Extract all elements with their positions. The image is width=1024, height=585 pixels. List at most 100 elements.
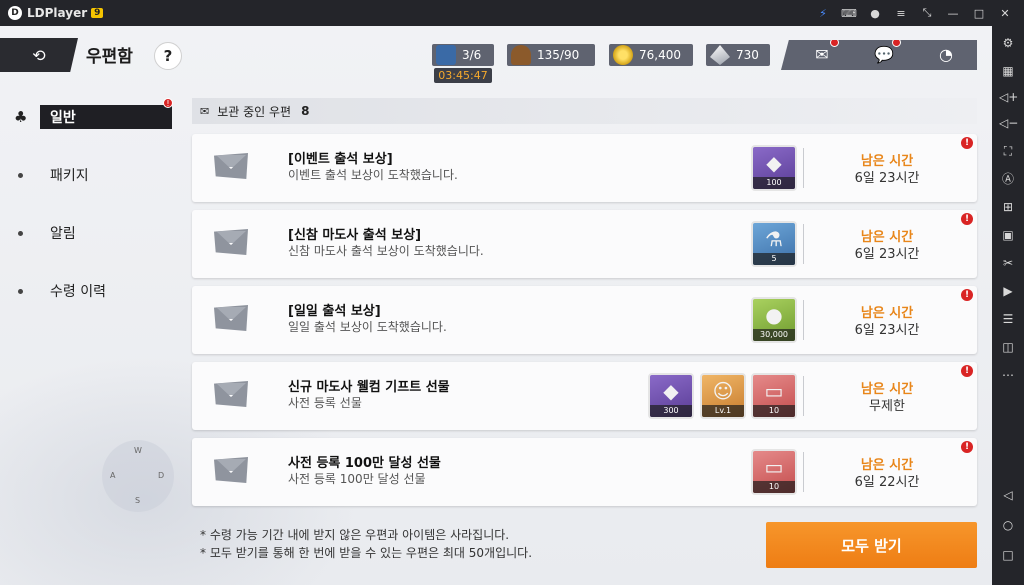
mail-title: [신참 마도사 출석 보상] bbox=[288, 228, 422, 243]
page-title: 우편함 bbox=[86, 47, 133, 67]
fullscreen-icon[interactable]: ⛶ bbox=[999, 142, 1017, 160]
ticket-icon: ▭ bbox=[764, 379, 784, 403]
alert-badge: ! bbox=[961, 137, 973, 149]
back-button[interactable]: ⟲ bbox=[0, 38, 78, 72]
mail-title: 사전 등록 100만 달성 선물 bbox=[288, 456, 441, 471]
performance-bolt-icon[interactable]: ⚡ bbox=[810, 7, 836, 20]
gem-counter[interactable]: 730 bbox=[706, 44, 770, 66]
reward-item[interactable]: ● 30,000 bbox=[751, 297, 797, 343]
menu-icon[interactable]: ≡ bbox=[888, 7, 914, 20]
mail-title: [일일 출석 보상] bbox=[288, 304, 381, 319]
stamina-card-icon bbox=[436, 45, 456, 65]
tab-label: 수령 이력 bbox=[50, 284, 106, 300]
mail-item[interactable]: [신참 마도사 출석 보상] 신참 마도사 출석 보상이 도착했습니다. ⚗ 5… bbox=[192, 210, 977, 278]
tab-label: 패키지 bbox=[50, 168, 89, 184]
operation-record-icon[interactable]: ☰ bbox=[999, 310, 1017, 328]
emulator-titlebar: D LDPlayer 9 ⚡ ⌨ ● ≡ ⤡ — □ ✕ bbox=[0, 0, 1024, 26]
gamepad-icon[interactable]: ⌨ bbox=[836, 7, 862, 20]
account-icon[interactable]: ● bbox=[862, 7, 888, 20]
reward-qty: 30,000 bbox=[753, 329, 795, 341]
remaining-time-value: 6일 23시간 bbox=[854, 171, 920, 186]
close-icon[interactable]: ✕ bbox=[992, 7, 1018, 20]
minimize-icon[interactable]: — bbox=[940, 7, 966, 20]
app-name: LDPlayer bbox=[27, 6, 88, 20]
keyboard-icon[interactable]: ▦ bbox=[999, 62, 1017, 80]
reward-item[interactable]: ▭ 10 bbox=[751, 449, 797, 495]
envelope-icon bbox=[214, 229, 248, 255]
version-badge: 9 bbox=[91, 8, 104, 18]
reward-qty: 5 bbox=[753, 253, 795, 265]
home-button[interactable]: ◔ bbox=[931, 44, 961, 66]
multi-instance-icon[interactable]: ◫ bbox=[999, 338, 1017, 356]
mail-subtitle: 일일 출석 보상이 도착했습니다. bbox=[288, 320, 447, 334]
alert-badge: ! bbox=[961, 289, 973, 301]
add-app-icon[interactable]: ⊞ bbox=[999, 198, 1017, 216]
volume-up-icon[interactable]: ◁+ bbox=[999, 88, 1018, 106]
auto-click-icon[interactable]: Ⓐ bbox=[999, 170, 1017, 188]
reward-item[interactable]: ◆ 100 bbox=[751, 145, 797, 191]
game-viewport: ⟲ 우편함 ? 3/6 03:45:47 135/90 76,400 730 ✉… bbox=[0, 26, 992, 585]
note-line: * 수령 가능 기간 내에 받지 않은 우편과 아이템은 사라집니다. bbox=[200, 528, 510, 542]
note-line: * 모두 받기를 통해 한 번에 받을 수 있는 우편은 최대 50개입니다. bbox=[200, 546, 533, 560]
joystick-right-key: D bbox=[158, 471, 165, 480]
mail-title: 신규 마도사 웰컴 기프트 선물 bbox=[288, 380, 450, 395]
claim-all-button[interactable]: 모두 받기 bbox=[766, 522, 977, 568]
tab-label: 일반 bbox=[40, 105, 172, 129]
remaining-time-value: 무제한 bbox=[869, 399, 905, 414]
volume-down-icon[interactable]: ◁− bbox=[999, 114, 1018, 132]
chat-bubble-icon: 💬 bbox=[874, 45, 894, 64]
reward-item[interactable]: ◆ 300 bbox=[648, 373, 694, 419]
envelope-icon bbox=[214, 457, 248, 483]
boots-counter[interactable]: 135/90 bbox=[507, 44, 595, 66]
mail-count-label: 보관 중인 우편 bbox=[217, 104, 292, 119]
divider bbox=[803, 452, 804, 492]
shrink-window-icon[interactable]: ⤡ bbox=[914, 6, 940, 20]
divider bbox=[803, 300, 804, 340]
reward-qty: 300 bbox=[650, 405, 692, 417]
mail-item[interactable]: 사전 등록 100만 달성 선물 사전 등록 100만 달성 선물 ▭ 10 남… bbox=[192, 438, 977, 506]
ldplayer-logo-icon: D bbox=[8, 6, 22, 20]
mail-subtitle: 사전 등록 선물 bbox=[288, 396, 362, 410]
bullet-icon bbox=[18, 288, 23, 294]
remaining-time-value: 6일 22시간 bbox=[854, 475, 920, 490]
potion-icon: ⚗ bbox=[765, 227, 783, 251]
mail-item[interactable]: [일일 출석 보상] 일일 출석 보상이 도착했습니다. ● 30,000 남은… bbox=[192, 286, 977, 354]
emulator-logo: D LDPlayer 9 bbox=[8, 6, 104, 20]
character-portrait-icon: ☺ bbox=[712, 379, 734, 403]
maximize-icon[interactable]: □ bbox=[966, 7, 992, 20]
emulator-side-toolbar: ⚙ ▦ ◁+ ◁− ⛶ Ⓐ ⊞ ▣ ✂ ▶ ☰ ◫ ⋯ ◁ ○ □ bbox=[992, 26, 1024, 585]
envelope-icon bbox=[214, 153, 248, 179]
reward-item[interactable]: ⚗ 5 bbox=[751, 221, 797, 267]
scissors-icon[interactable]: ✂ bbox=[999, 254, 1017, 272]
virtual-joystick[interactable]: W A D S bbox=[102, 440, 174, 512]
help-button[interactable]: ? bbox=[154, 42, 182, 70]
home-swirl-icon: ◔ bbox=[939, 45, 953, 64]
notification-dot bbox=[830, 40, 839, 47]
video-record-icon[interactable]: ▶ bbox=[999, 282, 1017, 300]
alert-badge: ! bbox=[961, 213, 973, 225]
reward-item[interactable]: ▭ 10 bbox=[751, 373, 797, 419]
apk-install-icon[interactable]: ▣ bbox=[999, 226, 1017, 244]
notification-dot bbox=[892, 40, 901, 47]
alert-badge: ! bbox=[163, 98, 173, 108]
more-options-icon[interactable]: ⋯ bbox=[999, 366, 1017, 384]
gold-value: 76,400 bbox=[639, 48, 681, 62]
android-back-icon[interactable]: ◁ bbox=[999, 486, 1017, 504]
android-home-icon[interactable]: ○ bbox=[999, 516, 1017, 534]
mail-item[interactable]: [이벤트 출석 보상] 이벤트 출석 보상이 도착했습니다. ◆ 100 남은 … bbox=[192, 134, 977, 202]
reward-item[interactable]: ☺ Lv.1 bbox=[700, 373, 746, 419]
gem-value: 730 bbox=[736, 48, 759, 62]
android-recents-icon[interactable]: □ bbox=[999, 546, 1017, 564]
crystal-icon bbox=[710, 45, 730, 65]
settings-gear-icon[interactable]: ⚙ bbox=[999, 34, 1017, 52]
gold-counter[interactable]: 76,400 bbox=[609, 44, 693, 66]
joystick-down-key: S bbox=[135, 496, 141, 505]
alert-badge: ! bbox=[961, 365, 973, 377]
mail-button[interactable]: ✉ bbox=[807, 40, 839, 66]
mail-item[interactable]: 신규 마도사 웰컴 기프트 선물 사전 등록 선물 ◆ 300 ☺ Lv.1 ▭… bbox=[192, 362, 977, 430]
bullet-icon bbox=[18, 172, 23, 178]
chat-button[interactable]: 💬 bbox=[869, 40, 901, 66]
mail-subtitle: 사전 등록 100만 달성 선물 bbox=[288, 472, 426, 486]
stamina-counter[interactable]: 3/6 bbox=[432, 44, 494, 66]
envelope-icon bbox=[214, 381, 248, 407]
